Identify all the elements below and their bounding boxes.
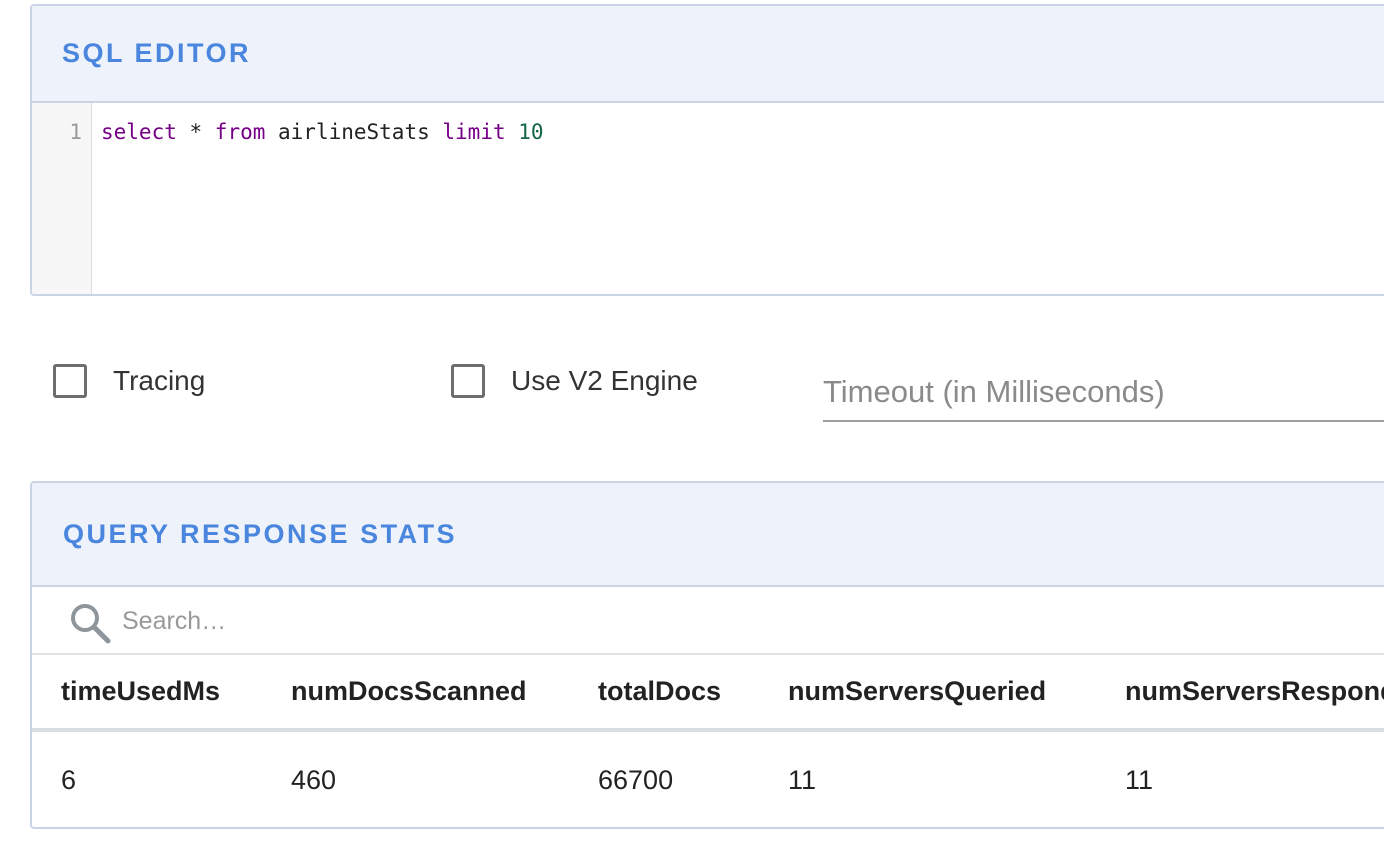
table-row: 6 460 66700 11 11 bbox=[32, 730, 1384, 827]
timeout-input[interactable] bbox=[823, 364, 1384, 422]
v2-engine-label: Use V2 Engine bbox=[511, 365, 698, 396]
sql-editor-header: SQL EDITOR bbox=[32, 6, 1384, 103]
table-cell: 6 bbox=[61, 764, 77, 795]
query-options-row: Tracing Use V2 Engine bbox=[0, 340, 1384, 430]
tracing-option[interactable]: Tracing bbox=[53, 364, 205, 398]
code-table-name: airlineStats bbox=[265, 120, 443, 144]
stats-header: QUERY RESPONSE STATS bbox=[32, 483, 1384, 587]
column-header[interactable]: numServersResponded bbox=[1096, 655, 1384, 732]
code-limit-value: 10 bbox=[505, 120, 544, 144]
column-header[interactable]: numDocsScanned bbox=[262, 655, 569, 732]
stats-title: QUERY RESPONSE STATS bbox=[63, 518, 458, 549]
sql-editor-body[interactable]: 1 select * from airlineStats limit 10 bbox=[32, 103, 1384, 294]
code-star: * bbox=[176, 120, 215, 144]
table-header-row: timeUsedMs numDocsScanned totalDocs numS… bbox=[32, 655, 1384, 732]
table-cell: 460 bbox=[291, 764, 337, 795]
column-header[interactable]: timeUsedMs bbox=[32, 655, 262, 732]
table-cell: 11 bbox=[1125, 764, 1154, 795]
table-cell: 66700 bbox=[598, 764, 674, 795]
tracing-checkbox[interactable] bbox=[53, 364, 87, 398]
sql-editor-title: SQL EDITOR bbox=[62, 38, 252, 68]
sql-editor-panel: SQL EDITOR 1 select * from airlineStats … bbox=[30, 4, 1384, 296]
stats-search-bar bbox=[32, 587, 1384, 655]
v2-engine-checkbox[interactable] bbox=[451, 364, 485, 398]
line-number: 1 bbox=[69, 120, 82, 144]
keyword-from: from bbox=[214, 120, 266, 144]
keyword-limit: limit bbox=[442, 120, 506, 144]
search-input[interactable] bbox=[122, 601, 722, 641]
column-header[interactable]: numServersQueried bbox=[759, 655, 1096, 732]
column-header[interactable]: totalDocs bbox=[569, 655, 759, 732]
page: SQL EDITOR 1 select * from airlineStats … bbox=[0, 0, 1384, 866]
stats-table: timeUsedMs numDocsScanned totalDocs numS… bbox=[32, 655, 1384, 827]
query-response-stats-panel: QUERY RESPONSE STATS timeUsedMs numDocsS… bbox=[30, 481, 1384, 829]
tracing-label: Tracing bbox=[113, 365, 206, 396]
v2-engine-option[interactable]: Use V2 Engine bbox=[451, 364, 698, 398]
table-cell: 11 bbox=[788, 764, 817, 795]
search-icon bbox=[71, 604, 111, 644]
line-number-gutter: 1 bbox=[32, 103, 92, 294]
sql-code-area[interactable]: select * from airlineStats limit 10 bbox=[92, 103, 544, 294]
keyword-select: select bbox=[101, 120, 177, 144]
